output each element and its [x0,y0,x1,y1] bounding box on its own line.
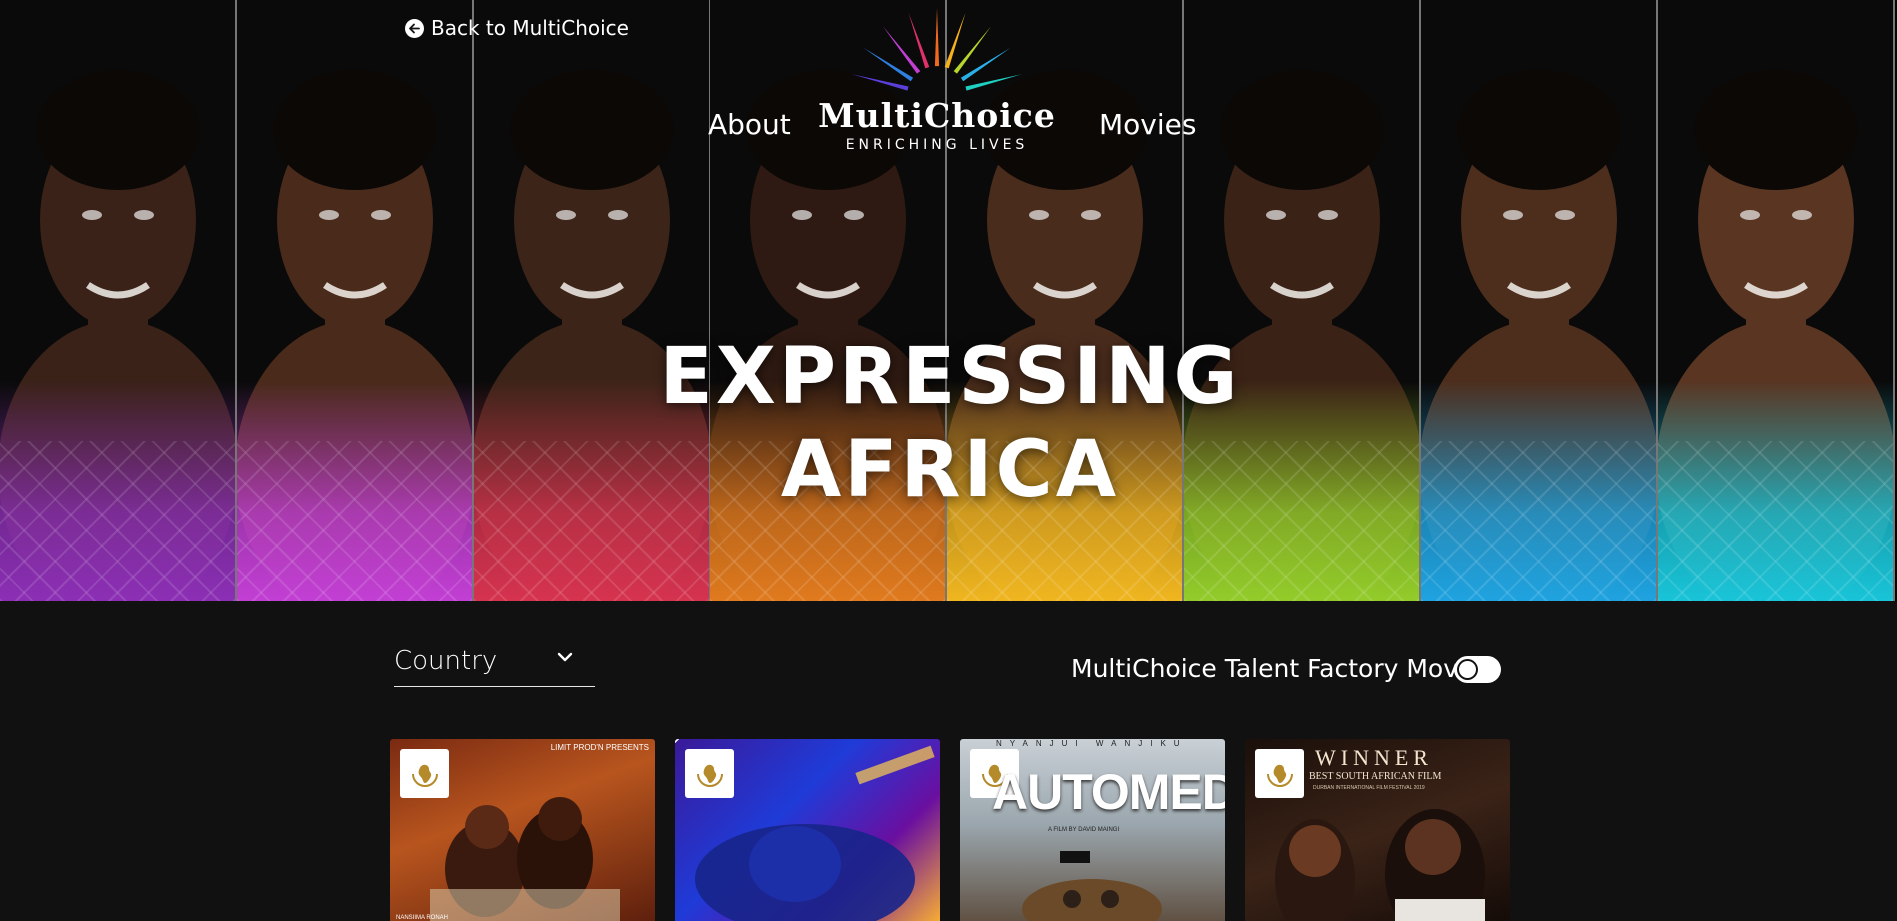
back-link-label: Back to MultiChoice [431,16,629,40]
back-to-multichoice-link[interactable]: Back to MultiChoice [405,16,629,40]
country-dropdown-label: Country [394,646,498,676]
logo-fan-petal [944,12,966,69]
poster-title: AUTOMEDIC [992,764,1225,820]
hero-title-line1: Expressing [659,332,1241,422]
logo-fan-petal [965,74,1023,91]
hero-title-line2: Africa [780,425,1120,515]
arrow-left-circle-icon [405,18,424,38]
panel-pattern [237,441,472,601]
talent-factory-label: MultiChoice Talent Factory Movies [1071,654,1494,683]
hero-portrait-panel [237,0,474,601]
poster-award: WINNER [1315,745,1433,770]
logo-fan-petal [960,47,1011,82]
logo-fan-petal [851,74,909,91]
poster-credit: LIMIT PROD'N PRESENTS [550,743,649,752]
panel-pattern [1421,441,1656,601]
nav-movies[interactable]: Movies [1099,108,1196,141]
poster-award-sub: BEST SOUTH AFRICAN FILM [1309,771,1442,782]
poster-subtitle: A FILM BY DAVID MAINGI [1048,827,1120,833]
poster-credit: NYANJUI WANJIKU [996,739,1188,748]
hero-banner: Back to MultiChoice About Movies MultiCh… [0,0,1897,601]
africa-laurel-icon [1255,749,1304,798]
hero-portrait-panel [0,0,237,601]
logo-fan-petal [908,12,930,69]
logo-fan-icon [851,8,1023,91]
logo-tagline: ENRICHING LIVES [845,137,1029,153]
poster-cast: NANSIIMA RONAH [396,915,449,921]
hero-portrait-panel [1658,0,1895,601]
logo-fan-petal [863,47,914,82]
logo-fan-petal [883,26,921,74]
hero-portrait-panel [1421,0,1658,601]
logo-fan-petal [953,26,991,74]
logo-fan-petal [934,8,940,67]
logo-wordmark: MultiChoice [818,96,1056,135]
panel-pattern [0,441,235,601]
chevron-down-icon [557,652,573,662]
africa-laurel-icon [400,749,449,798]
nav-about[interactable]: About [708,108,791,141]
movie-card[interactable]: NYANJUI WANJIKU AUTOMEDIC A FILM BY DAVI… [960,739,1225,921]
poster-award-festival: DURBAN INTERNATIONAL FILM FESTIVAL 2019 [1313,785,1425,791]
movie-card[interactable] [675,739,940,921]
multichoice-logo[interactable]: MultiChoice ENRICHING LIVES [812,4,1062,156]
panel-pattern [1658,441,1893,601]
movie-card[interactable]: LIMIT PROD'N PRESENTS NANSIIMA RONAH [390,739,655,921]
movie-card[interactable]: WINNER BEST SOUTH AFRICAN FILM DURBAN IN… [1245,739,1510,921]
country-dropdown[interactable]: Country [394,640,595,687]
talent-factory-toggle[interactable] [1454,656,1501,683]
toggle-knob [1457,659,1478,680]
africa-laurel-icon [685,749,734,798]
